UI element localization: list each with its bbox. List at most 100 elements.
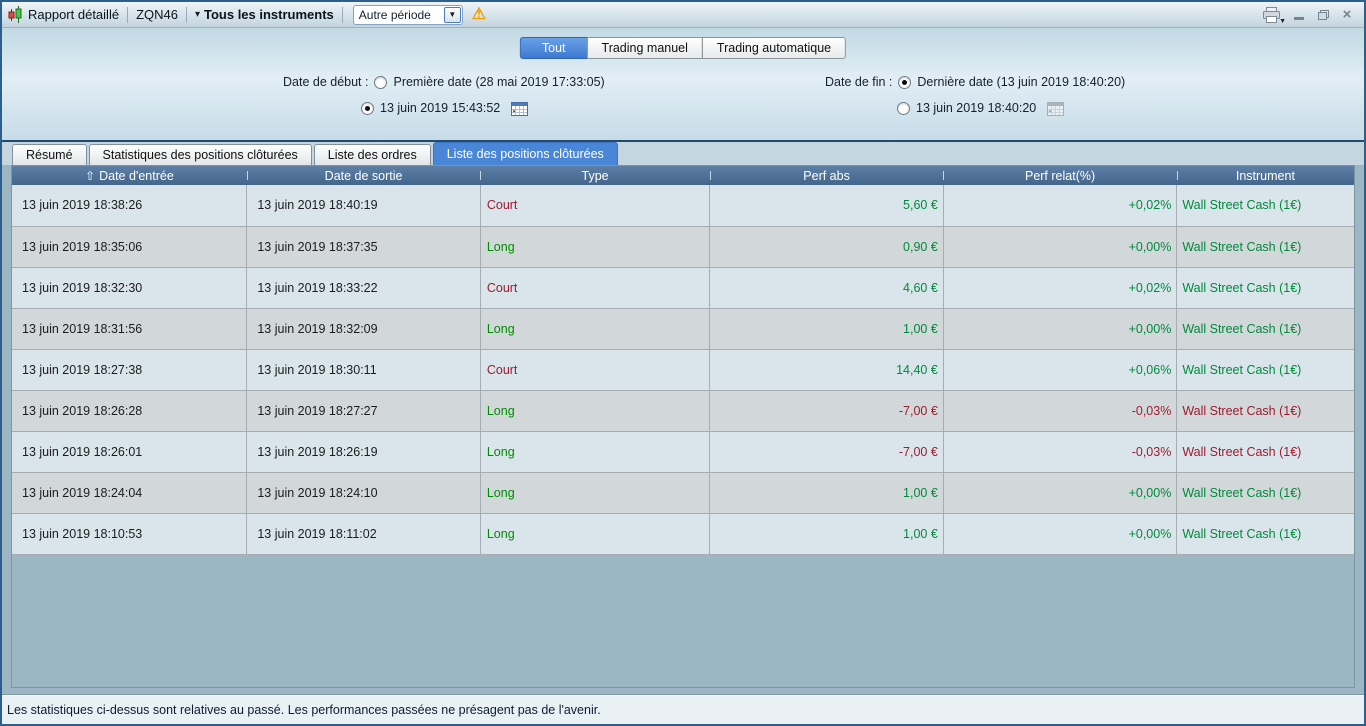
chevron-down-icon: ▼	[448, 10, 457, 19]
column-header-entry-date[interactable]: ⇧ Date d'entrée	[12, 166, 247, 185]
minimize-button[interactable]	[1292, 8, 1306, 22]
mode-tab-trading-manuel[interactable]: Trading manuel	[586, 37, 703, 59]
position-row[interactable]: 13 juin 2019 18:32:30 13 juin 2019 18:33…	[12, 267, 1354, 309]
end-calendar-button	[1047, 101, 1065, 116]
cell-perf-abs: -7,00 €	[709, 390, 944, 432]
end-last-date-radio[interactable]	[898, 75, 912, 89]
start-date-group: Date de début : Première date (28 mai 20…	[283, 74, 605, 116]
column-header-instrument[interactable]: Instrument	[1176, 166, 1354, 185]
titlebar: Rapport détaillé ZQN46 ▾ Tous les instru…	[2, 2, 1364, 28]
cell-perf-rel: +0,02%	[943, 267, 1178, 309]
cell-instrument: Wall Street Cash (1€)	[1176, 390, 1354, 432]
cell-type: Long	[480, 390, 711, 432]
period-select-value: Autre période	[358, 7, 431, 22]
cell-exit-date: 13 juin 2019 18:11:02	[246, 513, 481, 555]
restore-icon	[1317, 9, 1329, 20]
positions-table-body: 13 juin 2019 18:38:26 13 juin 2019 18:40…	[12, 185, 1354, 555]
cell-entry-date: 13 juin 2019 18:32:30	[12, 267, 248, 309]
position-row[interactable]: 13 juin 2019 18:35:06 13 juin 2019 18:37…	[12, 226, 1354, 268]
start-calendar-button[interactable]	[511, 101, 529, 116]
cell-type: Long	[480, 472, 711, 514]
cell-perf-abs: 5,60 €	[709, 185, 944, 227]
end-custom-date-radio[interactable]	[897, 101, 910, 115]
detailed-report-window: Rapport détaillé ZQN46 ▾ Tous les instru…	[0, 0, 1366, 726]
cell-exit-date: 13 juin 2019 18:37:35	[246, 226, 481, 268]
toolbar-separator	[185, 6, 187, 23]
mode-tab-tout[interactable]: Tout	[519, 37, 588, 59]
restore-button[interactable]	[1316, 8, 1330, 22]
cell-perf-rel: +0,00%	[943, 472, 1178, 514]
start-custom-date-radio[interactable]	[361, 101, 374, 115]
position-row[interactable]: 13 juin 2019 18:27:38 13 juin 2019 18:30…	[12, 349, 1354, 391]
candlestick-chart-icon	[8, 6, 23, 23]
cell-perf-abs: 14,40 €	[709, 349, 944, 391]
column-header-type[interactable]: Type	[480, 166, 710, 185]
position-row[interactable]: 13 juin 2019 18:10:53 13 juin 2019 18:11…	[12, 513, 1354, 555]
status-bar: Les statistiques ci-dessus sont relative…	[2, 694, 1364, 724]
cell-perf-rel: -0,03%	[943, 390, 1178, 432]
cell-perf-abs: 1,00 €	[709, 513, 944, 555]
start-first-date-option-label: Première date (28 mai 2019 17:33:05)	[393, 75, 605, 89]
cell-perf-rel: +0,00%	[943, 308, 1178, 350]
cell-perf-rel: +0,00%	[943, 226, 1178, 268]
closed-positions-panel: ⇧ Date d'entrée Date de sortie Type Perf …	[11, 165, 1355, 688]
cell-exit-date: 13 juin 2019 18:26:19	[246, 431, 481, 473]
minimize-icon	[1294, 16, 1304, 20]
window-controls: ▼ ×	[1262, 6, 1358, 25]
cell-instrument: Wall Street Cash (1€)	[1176, 308, 1354, 350]
instruments-selector[interactable]: Tous les instruments	[204, 7, 334, 22]
cell-instrument: Wall Street Cash (1€)	[1176, 472, 1354, 514]
cell-perf-rel: +0,02%	[943, 185, 1178, 227]
status-text: Les statistiques ci-dessus sont relative…	[7, 702, 601, 717]
cell-exit-date: 13 juin 2019 18:33:22	[246, 267, 481, 309]
cell-type: Court	[480, 349, 711, 391]
closed-positions-table: ⇧ Date d'entrée Date de sortie Type Perf …	[12, 166, 1354, 555]
cell-instrument: Wall Street Cash (1€)	[1176, 431, 1354, 473]
cell-type: Long	[480, 226, 711, 268]
cell-exit-date: 13 juin 2019 18:27:27	[246, 390, 481, 432]
start-date-label: Date de début :	[283, 75, 369, 89]
position-row[interactable]: 13 juin 2019 18:38:26 13 juin 2019 18:40…	[12, 185, 1354, 227]
toolbar-separator	[341, 6, 343, 23]
cell-exit-date: 13 juin 2019 18:32:09	[246, 308, 481, 350]
cell-type: Long	[480, 308, 711, 350]
end-date-label: Date de fin :	[825, 75, 893, 89]
cell-entry-date: 13 juin 2019 18:35:06	[12, 226, 248, 268]
column-header-exit-date[interactable]: Date de sortie	[246, 166, 481, 185]
position-row[interactable]: 13 juin 2019 18:31:56 13 juin 2019 18:32…	[12, 308, 1354, 350]
column-header-perf-rel[interactable]: Perf relat(%)	[943, 166, 1177, 185]
tab-liste-des-ordres[interactable]: Liste des ordres	[313, 144, 431, 165]
cell-entry-date: 13 juin 2019 18:24:04	[12, 472, 248, 514]
cell-instrument: Wall Street Cash (1€)	[1176, 513, 1354, 555]
cell-entry-date: 13 juin 2019 18:26:01	[12, 431, 248, 473]
calendar-icon	[511, 101, 529, 116]
table-region: ⇧ Date d'entrée Date de sortie Type Perf …	[2, 165, 1364, 694]
view-tabstrip: Résumé Statistiques des positions clôtur…	[2, 142, 1364, 165]
cell-entry-date: 13 juin 2019 18:38:26	[12, 185, 248, 227]
cell-perf-rel: -0,03%	[943, 431, 1178, 473]
tab-liste-des-positions-cloturees[interactable]: Liste des positions clôturées	[432, 142, 618, 165]
start-first-date-radio[interactable]	[374, 75, 388, 89]
position-row[interactable]: 13 juin 2019 18:26:28 13 juin 2019 18:27…	[12, 390, 1354, 432]
cell-type: Court	[480, 185, 711, 227]
close-button[interactable]: ×	[1340, 7, 1354, 22]
report-title: Rapport détaillé	[28, 7, 120, 22]
cell-instrument: Wall Street Cash (1€)	[1176, 185, 1354, 227]
cell-perf-rel: +0,00%	[943, 513, 1178, 555]
table-header-row: ⇧ Date d'entrée Date de sortie Type Perf …	[12, 166, 1354, 185]
period-select[interactable]: Autre période ▼	[352, 4, 463, 25]
toolbar-separator	[127, 6, 129, 23]
mode-tab-trading-automatique[interactable]: Trading automatique	[701, 37, 847, 59]
combo-dropdown-button[interactable]: ▼	[443, 6, 461, 23]
position-row[interactable]: 13 juin 2019 18:26:01 13 juin 2019 18:26…	[12, 431, 1354, 473]
tab-resume[interactable]: Résumé	[12, 144, 87, 165]
cell-perf-rel: +0,06%	[943, 349, 1178, 391]
print-button[interactable]: ▼	[1262, 6, 1286, 25]
tab-statistiques-positions-cloturees[interactable]: Statistiques des positions clôturées	[88, 144, 312, 165]
warning-icon: ⚠	[471, 5, 487, 23]
cell-type: Long	[480, 431, 711, 473]
mode-tabs: Tout Trading manuel Trading automatique	[519, 37, 847, 59]
cell-exit-date: 13 juin 2019 18:30:11	[246, 349, 481, 391]
position-row[interactable]: 13 juin 2019 18:24:04 13 juin 2019 18:24…	[12, 472, 1354, 514]
column-header-perf-abs[interactable]: Perf abs	[709, 166, 944, 185]
